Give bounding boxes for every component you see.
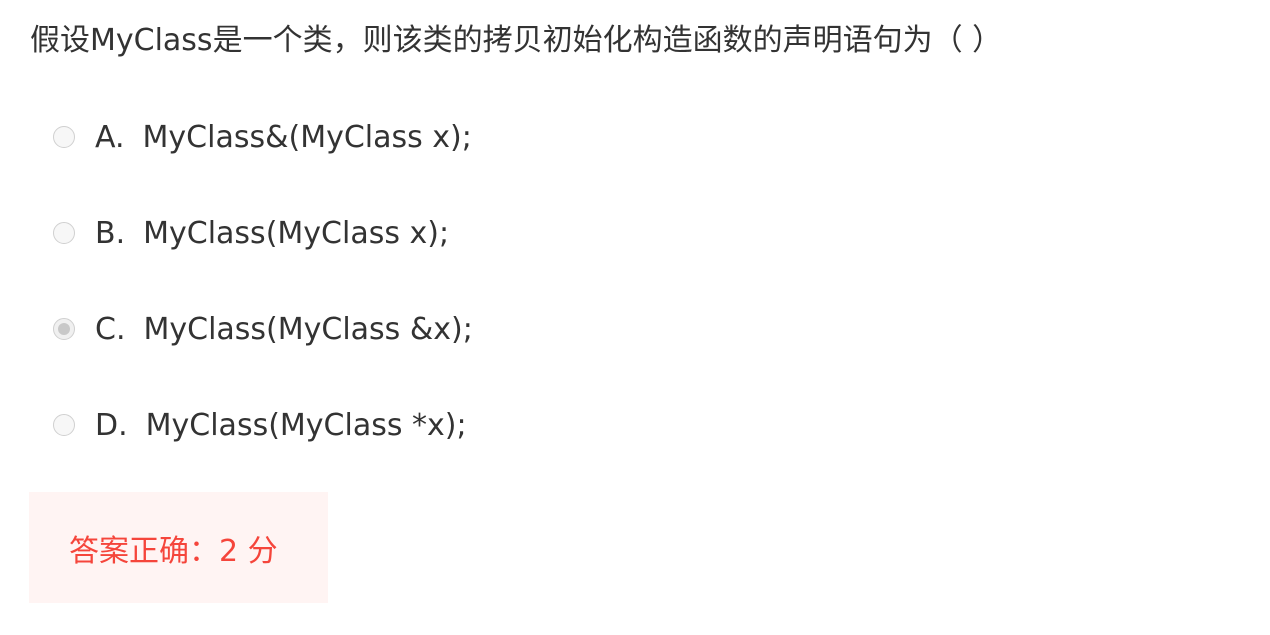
radio-icon[interactable] [53,414,75,436]
options-list: A. MyClass&(MyClass x); B. MyClass(MyCla… [53,112,473,496]
option-a[interactable]: A. MyClass&(MyClass x); [53,112,473,162]
option-text: MyClass(MyClass *x); [145,407,467,443]
radio-dot-icon [58,323,70,335]
result-box: 答案正确：2 分 [29,492,328,603]
option-d[interactable]: D. MyClass(MyClass *x); [53,400,473,450]
radio-checked-icon[interactable] [53,318,75,340]
option-text: MyClass(MyClass &x); [143,311,473,347]
radio-icon[interactable] [53,222,75,244]
option-b[interactable]: B. MyClass(MyClass x); [53,208,473,258]
option-letter: A. [95,119,125,155]
radio-icon[interactable] [53,126,75,148]
option-text: MyClass(MyClass x); [143,215,450,251]
option-text: MyClass&(MyClass x); [142,119,472,155]
result-text: 答案正确：2 分 [69,533,278,569]
question-text: 假设MyClass是一个类，则该类的拷贝初始化构造函数的声明语句为（ ） [30,23,1003,58]
option-c[interactable]: C. MyClass(MyClass &x); [53,304,473,354]
option-letter: D. [95,407,128,443]
option-letter: C. [95,311,126,347]
option-letter: B. [95,215,126,251]
